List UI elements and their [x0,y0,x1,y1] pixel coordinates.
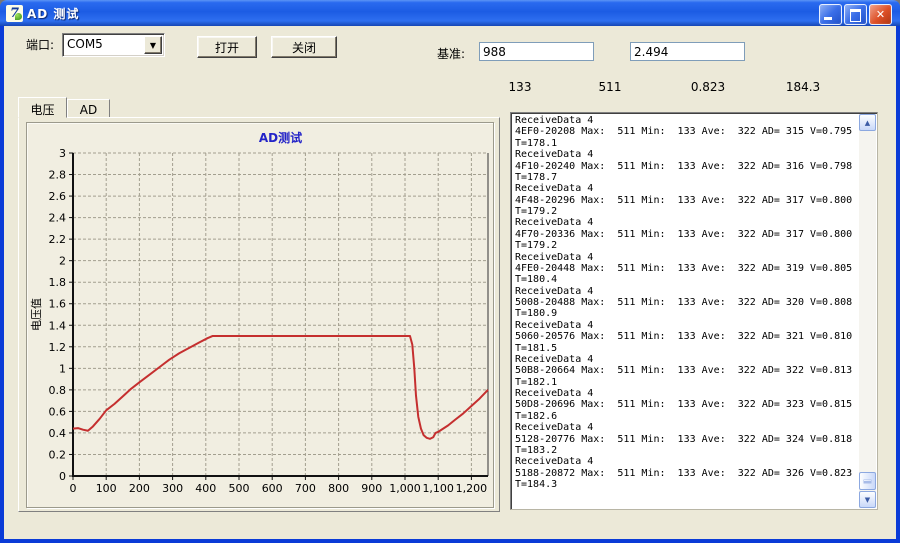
svg-text:0.4: 0.4 [49,427,67,440]
reference-label: 基准: [437,47,466,61]
tab-voltage[interactable]: 电压 [18,97,67,118]
log-line: T=181.5 [515,342,558,354]
svg-text:700: 700 [295,482,316,495]
svg-text:2.6: 2.6 [49,190,67,203]
log-line: 4EF0-20208 Max: 511 Min: 133 Ave: 322 AD… [515,126,853,138]
svg-text:400: 400 [195,482,216,495]
stat-temperature-value: 184.3 [785,80,821,94]
svg-text:0: 0 [70,482,77,495]
log-line: ReceiveData 4 [515,217,594,229]
svg-text:AD测试: AD测试 [259,130,302,145]
reference-ad-input[interactable] [479,42,594,61]
log-line: 50B8-20664 Max: 511 Min: 133 Ave: 322 AD… [515,365,853,377]
log-line: T=184.3 [515,479,558,490]
log-line: ReceiveData 4 [515,353,594,365]
log-line: T=183.2 [515,444,558,456]
svg-text:2.2: 2.2 [49,233,67,246]
chart-panel: 0 100 200 300 400 500 600 700 800 900 1,000 1,100 1,… [26,122,494,508]
log-line: ReceiveData 4 [515,183,594,195]
svg-text:2.4: 2.4 [49,212,67,225]
stat-voltage-value: 0.823 [690,80,726,94]
svg-text:1.2: 1.2 [49,341,67,354]
port-label: 端口: [26,38,55,52]
reference-voltage-input[interactable] [630,42,745,61]
scrollbar-thumb[interactable] [859,472,876,490]
log-line: ReceiveData 4 [515,319,594,331]
stat-min-value: 133 [508,80,532,94]
log-line: ReceiveData 4 [515,149,594,161]
log-line: 4FE0-20448 Max: 511 Min: 133 Ave: 322 AD… [515,262,853,274]
close-window-button[interactable]: ✕ [869,4,892,25]
minimize-icon [824,17,832,20]
app-icon: 7 [6,4,23,22]
svg-text:1.4: 1.4 [49,319,67,332]
window-title: AD 测试 [27,6,80,21]
log-line: T=179.2 [515,206,558,217]
svg-text:900: 900 [361,482,382,495]
svg-text:600: 600 [262,482,283,495]
svg-text:0.6: 0.6 [49,405,67,418]
client-area: 端口: COM5 ▼ 打开 关闭 基准: 133 511 0.823 184.3… [4,26,896,539]
scroll-down-icon[interactable]: ▼ [859,491,876,508]
svg-text:1: 1 [59,362,66,375]
log-line: ReceiveData 4 [515,251,594,263]
svg-text:3: 3 [59,147,66,160]
svg-text:300: 300 [162,482,183,495]
chevron-down-icon[interactable]: ▼ [144,36,162,54]
minimize-button[interactable] [819,4,842,25]
titlebar: 7 AD 测试 ✕ [0,0,900,26]
svg-text:2: 2 [59,255,66,268]
log-line: T=182.6 [515,410,558,422]
log-line: T=182.1 [515,376,558,388]
close-icon: ✕ [875,8,886,21]
stat-max-value: 511 [598,80,622,94]
close-button[interactable]: 关闭 [271,36,337,58]
scrollbar[interactable]: ▲ ▼ [859,114,876,508]
log-line: 50D8-20696 Max: 511 Min: 133 Ave: 322 AD… [515,399,853,411]
maximize-button[interactable] [844,4,867,25]
svg-text:0.2: 0.2 [49,448,67,461]
svg-text:1,000: 1,000 [389,482,421,495]
svg-text:2.8: 2.8 [49,169,67,182]
log-line: ReceiveData 4 [515,422,594,434]
svg-text:0.8: 0.8 [49,384,67,397]
log-line: T=180.9 [515,308,558,320]
log-line: 4F48-20296 Max: 511 Min: 133 Ave: 322 AD… [515,194,853,206]
svg-text:1.8: 1.8 [49,276,67,289]
log-line: 5188-20872 Max: 511 Min: 133 Ave: 322 AD… [515,467,853,479]
log-line: T=178.1 [515,137,558,149]
tab-ad[interactable]: AD [67,99,110,118]
log-line: 4F70-20336 Max: 511 Min: 133 Ave: 322 AD… [515,228,853,240]
svg-text:100: 100 [96,482,117,495]
svg-text:0: 0 [59,470,66,483]
log-lines: ReceiveData 4 4EF0-20208 Max: 511 Min: 13… [515,115,857,507]
svg-text:1,200: 1,200 [456,482,488,495]
log-line: ReceiveData 4 [515,115,594,126]
svg-text:1.6: 1.6 [49,298,67,311]
app-window: 7 AD 测试 ✕ 端口: COM5 ▼ 打开 关闭 基准: 133 511 0… [0,0,900,543]
log-line: T=178.7 [515,171,558,183]
log-line: 5060-20576 Max: 511 Min: 133 Ave: 322 AD… [515,331,853,343]
log-line: 5008-20488 Max: 511 Min: 133 Ave: 322 AD… [515,297,853,308]
log-line: T=180.4 [515,274,558,286]
port-combobox[interactable]: COM5 ▼ [62,33,165,57]
log-line: T=179.2 [515,240,558,252]
svg-text:1,100: 1,100 [422,482,454,495]
log-line: ReceiveData 4 [515,456,594,468]
svg-text:800: 800 [328,482,349,495]
svg-text:电压值: 电压值 [30,298,43,331]
log-line: ReceiveData 4 [515,285,594,297]
receive-data-list[interactable]: ReceiveData 4 4EF0-20208 Max: 511 Min: 13… [510,112,878,510]
scroll-up-icon[interactable]: ▲ [859,114,876,131]
voltage-chart: 0 100 200 300 400 500 600 700 800 900 1,000 1,100 1,… [30,130,489,495]
open-button[interactable]: 打开 [197,36,257,58]
maximize-icon [850,9,861,22]
log-line: 5128-20776 Max: 511 Min: 133 Ave: 322 AD… [515,433,853,445]
port-combobox-value: COM5 [67,37,103,51]
svg-text:200: 200 [129,482,150,495]
log-line: 4F10-20240 Max: 511 Min: 133 Ave: 322 AD… [515,160,853,172]
app-icon-leaf [15,12,22,20]
log-line: ReceiveData 4 [515,388,594,399]
svg-text:500: 500 [229,482,250,495]
